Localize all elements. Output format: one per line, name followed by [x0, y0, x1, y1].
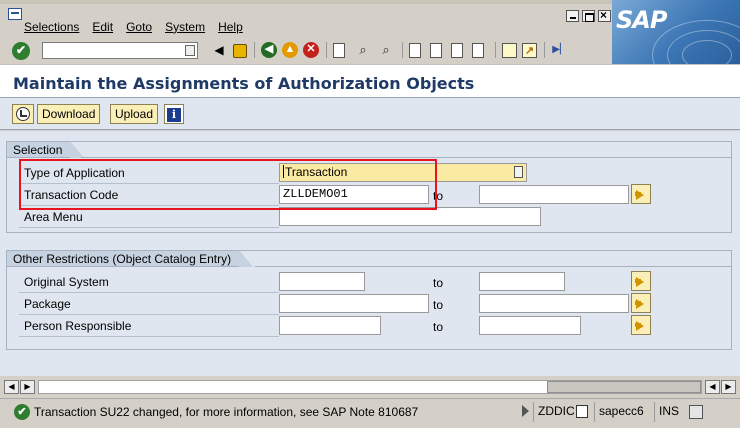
information-button[interactable]: i: [164, 104, 184, 124]
create-session-icon[interactable]: [502, 42, 517, 58]
info-icon: i: [167, 108, 181, 122]
multiple-selection-icon[interactable]: [631, 184, 651, 204]
menu-selections[interactable]: Selections: [24, 20, 79, 34]
package-to-field[interactable]: [479, 294, 629, 313]
last-page-icon[interactable]: [472, 43, 484, 58]
other-restrictions-group-title: Other Restrictions (Object Catalog Entry…: [6, 250, 254, 267]
transaction-code-to-label: to: [433, 189, 444, 203]
system-info-icon[interactable]: [574, 402, 590, 422]
print-icon[interactable]: [333, 43, 345, 58]
scroll-left-icon[interactable]: ◀: [705, 380, 720, 394]
download-button[interactable]: Download: [37, 104, 101, 124]
menu-system[interactable]: System: [165, 20, 205, 34]
cancel-icon[interactable]: ✕: [303, 42, 319, 58]
back-icon[interactable]: ◀: [210, 41, 228, 59]
dropdown-icon[interactable]: [514, 166, 523, 178]
horizontal-scrollbar[interactable]: ◀ ▶ ◀ ▶: [0, 378, 740, 396]
clock-icon: [16, 107, 30, 121]
person-responsible-from-field[interactable]: [279, 316, 381, 335]
type-of-application-value: Transaction: [285, 165, 348, 179]
toolbar-separator: [254, 42, 255, 58]
transaction-code-field[interactable]: ZLLDEMO01: [279, 185, 429, 204]
menu-edit[interactable]: Edit: [92, 20, 113, 34]
previous-page-icon[interactable]: [430, 43, 442, 58]
page-title: Maintain the Assignments of Authorizatio…: [13, 74, 475, 93]
title-bar: Maintain the Assignments of Authorizatio…: [0, 64, 740, 98]
scrollbar-thumb[interactable]: [547, 381, 701, 393]
multiple-selection-icon[interactable]: [631, 271, 651, 291]
status-bar: ✔ Transaction SU22 changed, for more inf…: [0, 398, 740, 428]
person-responsible-to-field[interactable]: [479, 316, 581, 335]
minimize-icon[interactable]: [566, 10, 579, 22]
system-id: ZDDIC: [533, 402, 579, 422]
menu-help[interactable]: Help: [218, 20, 243, 34]
first-page-icon[interactable]: [409, 43, 421, 58]
toolbar-separator: [495, 42, 496, 58]
menu-goto[interactable]: Goto: [126, 20, 152, 34]
package-from-field[interactable]: [279, 294, 429, 313]
save-icon[interactable]: [233, 44, 247, 58]
execute-button[interactable]: [12, 104, 34, 124]
original-system-to-field[interactable]: [479, 272, 565, 291]
insert-mode[interactable]: INS: [654, 402, 683, 422]
standard-toolbar: ✔ ◀ ◀ ▲ ✕ ⌕ ⌕ ↗ ▶▏: [0, 37, 612, 64]
shortcut-icon[interactable]: ↗: [522, 42, 537, 58]
success-icon: ✔: [14, 404, 30, 420]
upload-button[interactable]: Upload: [110, 104, 159, 124]
back-green-icon[interactable]: ◀: [261, 42, 277, 58]
type-of-application-label: Type of Application: [19, 164, 279, 184]
server-name: sapecc6: [594, 402, 648, 422]
person-responsible-to-label: to: [433, 320, 444, 334]
transaction-code-label: Transaction Code: [19, 186, 279, 206]
multiple-selection-icon[interactable]: [631, 293, 651, 313]
group-line: [255, 250, 732, 267]
toolbar-separator: [402, 42, 403, 58]
original-system-to-label: to: [433, 276, 444, 290]
next-page-icon[interactable]: [451, 43, 463, 58]
scroll-right-icon[interactable]: ▶: [721, 380, 736, 394]
window-controls: [566, 8, 611, 22]
lock-icon[interactable]: [686, 402, 706, 422]
close-window-icon[interactable]: [598, 8, 611, 22]
collapse-status-icon[interactable]: [522, 405, 529, 417]
scroll-left-icon[interactable]: ◀: [4, 380, 19, 394]
multiple-selection-icon[interactable]: [631, 315, 651, 335]
sap-logo-text: SAP: [616, 6, 667, 34]
find-next-icon[interactable]: ⌕: [377, 41, 395, 59]
type-of-application-field[interactable]: Transaction: [279, 163, 527, 182]
command-history-icon[interactable]: [185, 45, 195, 56]
application-toolbar: Download Upload i: [0, 98, 740, 130]
sap-logo: SAP: [612, 0, 740, 64]
package-to-label: to: [433, 298, 444, 312]
selection-group-title: Selection: [6, 141, 85, 158]
group-line: [81, 141, 732, 158]
status-message[interactable]: Transaction SU22 changed, for more infor…: [34, 404, 418, 420]
original-system-label: Original System: [19, 273, 279, 293]
package-label: Package: [19, 295, 279, 315]
command-field[interactable]: [42, 42, 198, 59]
scrollbar-track[interactable]: [38, 380, 702, 394]
toolbar-separator: [544, 42, 545, 58]
maximize-icon[interactable]: [582, 10, 595, 22]
toolbar-separator: [326, 42, 327, 58]
selection-group: Selection Type of Application Transactio…: [6, 141, 732, 233]
system-menu-icon[interactable]: [8, 8, 22, 20]
enter-icon[interactable]: ✔: [12, 42, 30, 60]
original-system-from-field[interactable]: [279, 272, 365, 291]
customize-layout-icon[interactable]: ▶▏: [551, 41, 569, 59]
main-content: Selection Type of Application Transactio…: [0, 131, 740, 376]
person-responsible-label: Person Responsible: [19, 317, 279, 337]
other-restrictions-group: Other Restrictions (Object Catalog Entry…: [6, 250, 732, 350]
area-menu-label: Area Menu: [19, 208, 279, 228]
text-cursor: [283, 165, 284, 178]
transaction-code-to-field[interactable]: [479, 185, 629, 204]
menu-items: Selections Edit Goto System Help: [24, 20, 256, 34]
find-icon[interactable]: ⌕: [354, 41, 372, 59]
exit-icon[interactable]: ▲: [282, 42, 298, 58]
scroll-right-icon[interactable]: ▶: [20, 380, 35, 394]
toolbar-icons: ◀ ◀ ▲ ✕ ⌕ ⌕ ↗ ▶▏: [210, 41, 574, 59]
area-menu-field[interactable]: [279, 207, 541, 226]
